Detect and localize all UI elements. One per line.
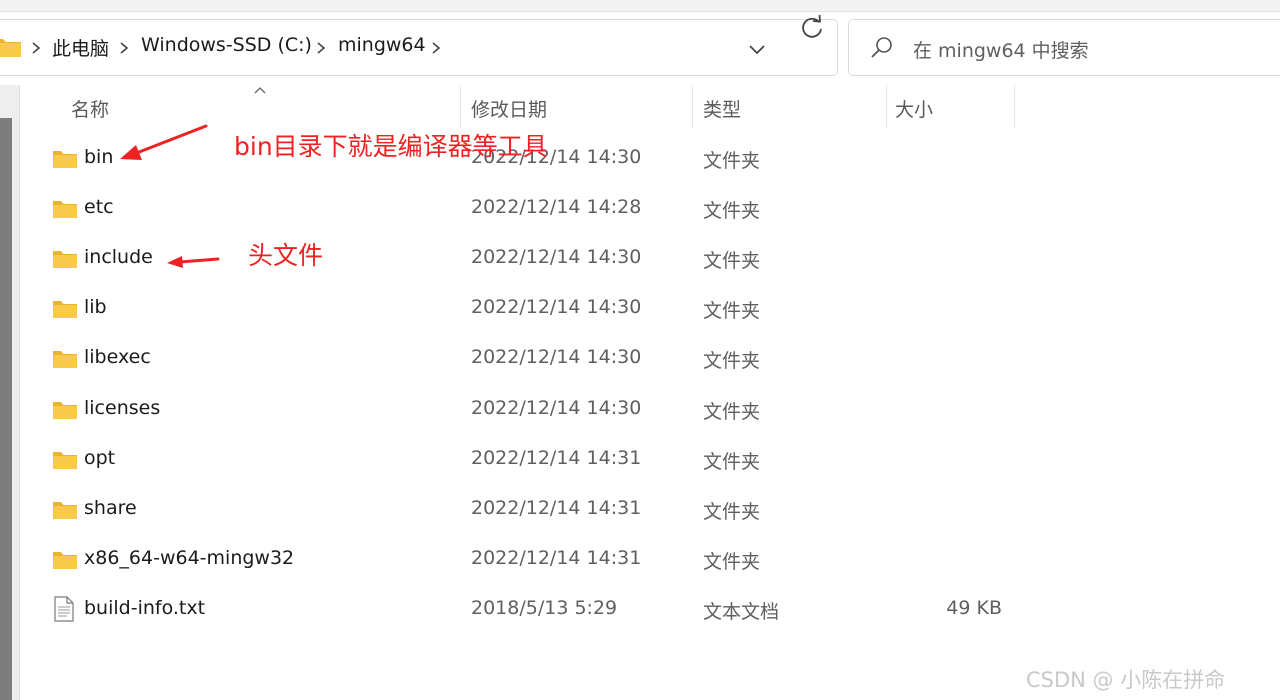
folder-icon	[53, 452, 77, 469]
annotation-bin-note: bin目录下就是编译器等工具	[234, 132, 548, 161]
folder-icon	[53, 251, 77, 268]
file-row-build-info[interactable]: build-info.txt 2018/5/13 5:29 文本文档 49 KB	[20, 585, 1280, 635]
file-modified: 2018/5/13 5:29	[471, 597, 618, 619]
folder-icon	[0, 39, 21, 57]
file-type: 文件夹	[703, 150, 761, 172]
file-type: 文件夹	[703, 401, 761, 423]
navigation-pane-scrollbar[interactable]	[0, 118, 12, 700]
file-modified: 2022/12/14 14:28	[471, 196, 642, 218]
column-divider[interactable]	[1014, 85, 1015, 128]
column-type[interactable]: 类型	[703, 95, 741, 122]
breadcrumb-drive[interactable]: Windows-SSD (C:)	[141, 34, 312, 56]
sort-ascending-icon	[254, 87, 266, 94]
file-row-share[interactable]: share 2022/12/14 14:31 文件夹	[20, 485, 1280, 535]
file-type: 文件夹	[703, 200, 761, 222]
folder-icon	[53, 402, 77, 419]
file-modified: 2022/12/14 14:31	[471, 547, 642, 569]
file-name[interactable]: x86_64-w64-mingw32	[84, 547, 294, 569]
file-name[interactable]: build-info.txt	[84, 597, 205, 619]
file-modified: 2022/12/14 14:30	[471, 246, 642, 268]
file-row-licenses[interactable]: licenses 2022/12/14 14:30 文件夹	[20, 385, 1280, 435]
chevron-right-icon	[32, 42, 41, 54]
breadcrumb-current-folder[interactable]: mingw64	[338, 34, 426, 56]
file-row-bin[interactable]: bin 2022/12/14 14:30 文件夹	[20, 134, 1280, 184]
search-icon	[871, 37, 892, 58]
annotation-include-note: 头文件	[248, 241, 324, 270]
column-header: 名称 修改日期 类型 大小	[20, 85, 1280, 128]
file-name[interactable]: etc	[84, 196, 114, 218]
search-input[interactable]: 在 mingw64 中搜索	[913, 36, 1089, 63]
file-type: 文件夹	[703, 300, 761, 322]
folder-icon	[53, 151, 77, 168]
file-modified: 2022/12/14 14:31	[471, 497, 642, 519]
watermark: CSDN @ 小陈在拼命	[1026, 668, 1226, 692]
file-modified: 2022/12/14 14:30	[471, 346, 642, 368]
column-name[interactable]: 名称	[71, 95, 109, 122]
address-history-dropdown-icon[interactable]	[744, 36, 770, 62]
refresh-icon[interactable]	[797, 13, 827, 43]
search-box[interactable]: 在 mingw64 中搜索	[848, 19, 1280, 76]
file-name[interactable]: include	[84, 246, 153, 268]
folder-icon	[53, 502, 77, 519]
file-row-include[interactable]: include 2022/12/14 14:30 文件夹	[20, 234, 1280, 284]
file-modified: 2022/12/14 14:30	[471, 397, 642, 419]
file-type: 文件夹	[703, 451, 761, 473]
file-name[interactable]: bin	[84, 146, 113, 168]
column-size[interactable]: 大小	[895, 95, 933, 122]
file-row-opt[interactable]: opt 2022/12/14 14:31 文件夹	[20, 435, 1280, 485]
breadcrumb-this-pc[interactable]: 此电脑	[52, 34, 109, 61]
file-name[interactable]: lib	[84, 296, 107, 318]
column-modified[interactable]: 修改日期	[471, 95, 547, 122]
chevron-right-icon	[317, 42, 326, 54]
file-type: 文件夹	[703, 501, 761, 523]
column-divider[interactable]	[460, 85, 461, 128]
file-name[interactable]: share	[84, 497, 137, 519]
file-row-libexec[interactable]: libexec 2022/12/14 14:30 文件夹	[20, 334, 1280, 384]
folder-icon	[53, 201, 77, 218]
file-name[interactable]: licenses	[84, 397, 160, 419]
window-top-strip	[0, 0, 1280, 12]
file-row-x86_64-w64-mingw32[interactable]: x86_64-w64-mingw32 2022/12/14 14:31 文件夹	[20, 535, 1280, 585]
file-type: 文件夹	[703, 350, 761, 372]
file-modified: 2022/12/14 14:30	[471, 296, 642, 318]
file-row-lib[interactable]: lib 2022/12/14 14:30 文件夹	[20, 284, 1280, 334]
file-type: 文件夹	[703, 551, 761, 573]
file-type: 文本文档	[703, 601, 780, 623]
file-type: 文件夹	[703, 250, 761, 272]
folder-icon	[53, 301, 77, 318]
text-file-icon	[54, 596, 74, 622]
column-divider[interactable]	[886, 85, 887, 128]
address-bar[interactable]: 此电脑 Windows-SSD (C:) mingw64	[0, 19, 838, 76]
chevron-right-icon	[120, 42, 129, 54]
chevron-right-icon[interactable]	[429, 40, 443, 56]
file-name[interactable]: libexec	[84, 346, 151, 368]
folder-icon	[53, 552, 77, 569]
file-modified: 2022/12/14 14:31	[471, 447, 642, 469]
file-name[interactable]: opt	[84, 447, 115, 469]
file-size: 49 KB	[946, 597, 1002, 619]
folder-icon	[53, 351, 77, 368]
file-row-etc[interactable]: etc 2022/12/14 14:28 文件夹	[20, 184, 1280, 234]
column-divider[interactable]	[692, 85, 693, 128]
